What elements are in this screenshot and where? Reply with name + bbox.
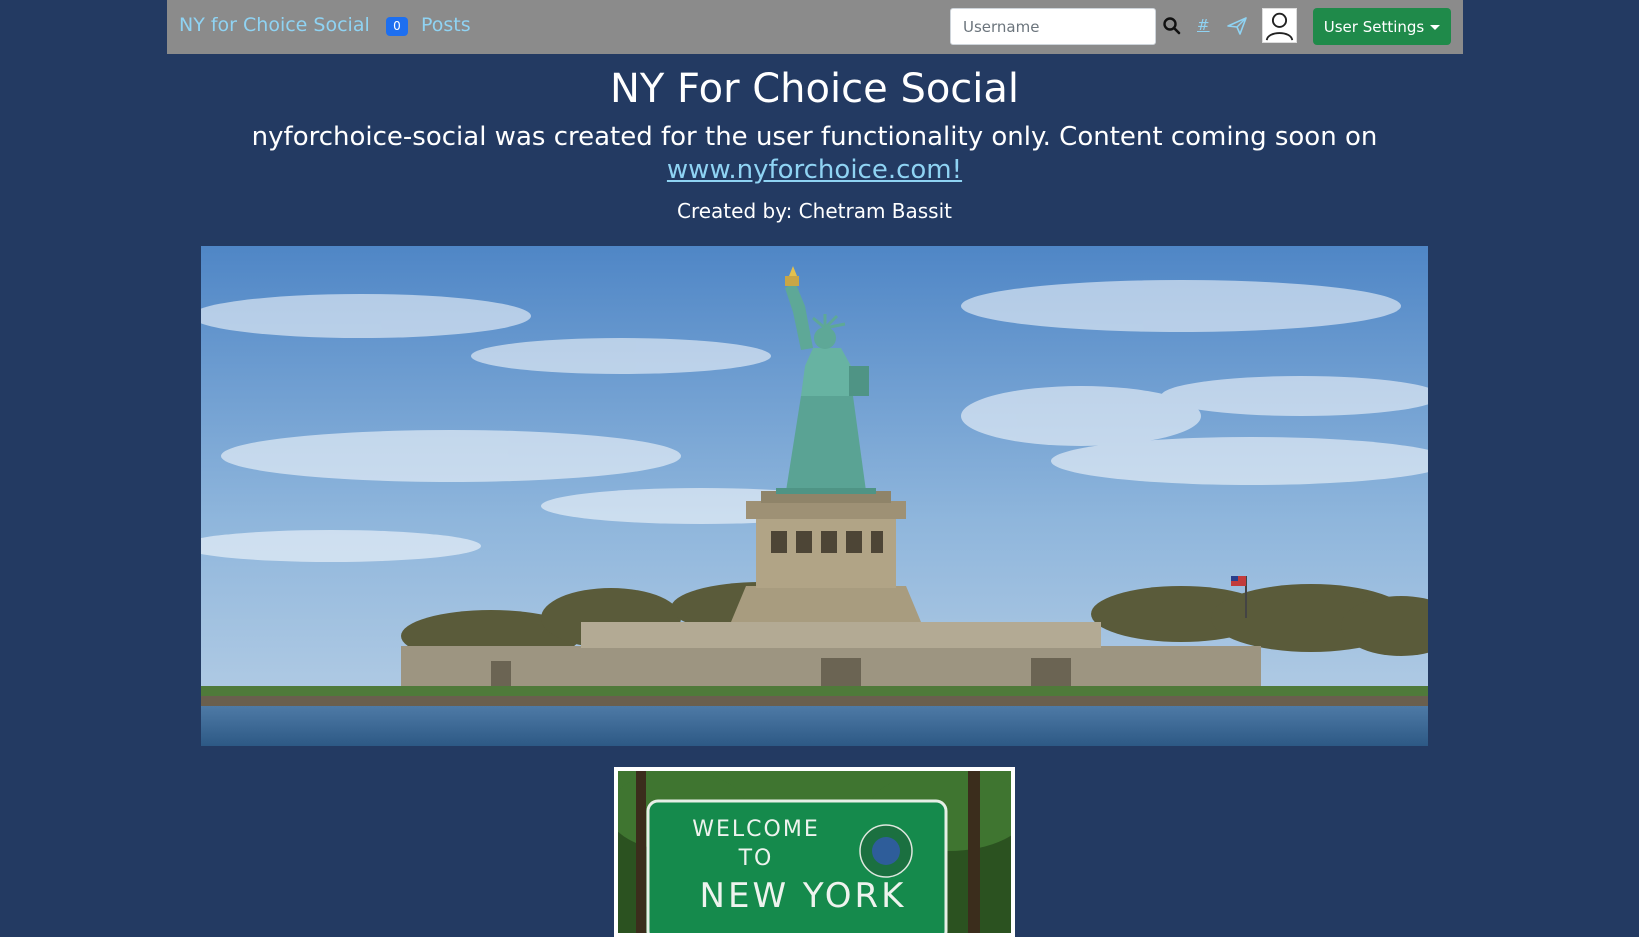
page-subtitle: nyforchoice-social was created for the u… bbox=[251, 122, 1378, 152]
hashtag-link[interactable]: # bbox=[1197, 16, 1210, 34]
caret-down-icon bbox=[1430, 24, 1441, 30]
sign-line-to: TO bbox=[738, 846, 774, 871]
post-count-badge: 0 bbox=[386, 17, 408, 36]
brand-link[interactable]: NY for Choice Social bbox=[179, 14, 370, 36]
sign-line-welcome: WELCOME bbox=[692, 817, 819, 842]
creator-credit: Created by: Chetram Bassit bbox=[677, 199, 952, 223]
welcome-to-new-york-sign-image: WELCOME TO NEW YORK bbox=[614, 767, 1015, 937]
statue-of-liberty-image bbox=[201, 246, 1428, 746]
paper-plane-icon[interactable] bbox=[1226, 15, 1248, 37]
user-settings-label: User Settings bbox=[1323, 17, 1425, 36]
website-link[interactable]: www.nyforchoice.com! bbox=[0, 155, 1629, 185]
page-title: NY For Choice Social bbox=[609, 66, 1020, 112]
user-icon bbox=[1265, 12, 1294, 41]
user-settings-dropdown-button[interactable]: User Settings bbox=[1313, 8, 1451, 45]
posts-link[interactable]: Posts bbox=[421, 14, 471, 36]
username-search-input[interactable] bbox=[950, 8, 1156, 45]
sign-line-new-york: NEW YORK bbox=[700, 876, 907, 916]
user-avatar[interactable] bbox=[1262, 8, 1297, 43]
top-navbar: NY for Choice Social 0 Posts # User Sett… bbox=[167, 0, 1463, 54]
search-icon[interactable] bbox=[1162, 16, 1182, 36]
